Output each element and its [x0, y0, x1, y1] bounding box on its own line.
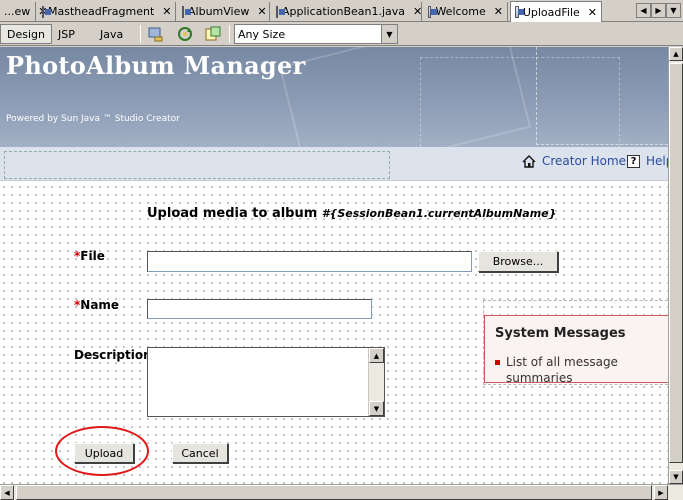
page-icon — [42, 5, 51, 18]
help-label: Help — [646, 154, 668, 168]
tab-applicationbean1[interactable]: ApplicationBean1.java ✕ — [272, 2, 422, 21]
tab-scroll-right-icon[interactable]: ▶ — [651, 3, 666, 18]
horizontal-scrollbar[interactable]: ◀ ▶ — [0, 484, 683, 500]
tab-label: ApplicationBean1.java — [282, 5, 406, 18]
browse-button[interactable]: Browse... — [478, 251, 558, 272]
close-icon[interactable]: ✕ — [162, 5, 171, 18]
name-label-text: Name — [80, 298, 120, 312]
file-input[interactable] — [147, 251, 472, 272]
creator-home-label: Creator Home — [542, 154, 627, 168]
tab-mastheadfragment[interactable]: MastheadFragment ✕ — [38, 2, 176, 21]
heading-text: Upload media to album — [147, 206, 318, 221]
close-icon[interactable]: ✕ — [494, 5, 503, 18]
tab-uploadfile[interactable]: UploadFile ✕ — [510, 1, 602, 22]
preview-icon[interactable] — [204, 25, 222, 43]
close-icon[interactable]: ✕ — [588, 6, 597, 19]
masthead-fragment-outline — [536, 47, 668, 145]
jsp-view-button[interactable]: JSP — [52, 24, 81, 44]
powered-by-text: Powered by Sun Java ™ Studio Creator — [6, 114, 180, 124]
horizontal-scroll-thumb[interactable] — [16, 485, 652, 500]
bullet-icon — [495, 360, 500, 365]
java-file-icon — [276, 5, 285, 18]
masthead: PhotoAlbum Manager Powered by Sun Java ™… — [0, 47, 668, 147]
design-canvas[interactable]: PhotoAlbum Manager Powered by Sun Java ™… — [0, 47, 668, 484]
description-scrollbar[interactable]: ▲ ▼ — [368, 348, 384, 416]
heading-album-expression: #{SessionBean1.currentAlbumName} — [321, 207, 557, 220]
tab-albumview[interactable]: AlbumView ✕ — [178, 2, 270, 21]
tab-label: AlbumView — [188, 5, 250, 18]
editor-tab-bar: ...ew ✕ MastheadFragment ✕ AlbumView ✕ A… — [0, 0, 683, 22]
file-label-text: File — [80, 249, 105, 263]
tab-welcome[interactable]: Welcome ✕ — [424, 2, 508, 21]
sync-icon[interactable] — [176, 25, 194, 43]
system-messages-panel: System Messages List of all message summ… — [484, 315, 668, 386]
tab-truncated[interactable]: ...ew ✕ — [0, 2, 47, 21]
name-field[interactable] — [147, 299, 372, 319]
annotation-circle — [55, 426, 149, 476]
ide-window: ...ew ✕ MastheadFragment ✕ AlbumView ✕ A… — [0, 0, 683, 500]
tab-scroll-left-icon[interactable]: ◀ — [636, 3, 651, 18]
scroll-left-icon[interactable]: ◀ — [0, 485, 14, 500]
cancel-button[interactable]: Cancel — [172, 443, 228, 463]
tab-label: UploadFile — [522, 5, 580, 19]
toolbar-separator — [140, 25, 141, 43]
scroll-up-icon[interactable]: ▲ — [669, 47, 683, 61]
name-label: *Name — [74, 298, 119, 312]
file-label: *File — [74, 249, 105, 263]
page-size-select[interactable]: Any Size ▼ — [234, 24, 398, 44]
page-icon — [515, 6, 524, 18]
page-size-value: Any Size — [238, 27, 286, 41]
vertical-scroll-thumb[interactable] — [669, 63, 683, 463]
page-heading: Upload media to album #{SessionBean1.cur… — [147, 206, 556, 221]
editor-toolbar: Design JSP Java Any Size ▼ — [0, 22, 683, 46]
globe-icon — [428, 5, 439, 18]
design-view-button[interactable]: Design — [0, 24, 52, 44]
message-text: List of all message summaries — [506, 355, 618, 385]
tab-label: ...ew — [4, 5, 31, 18]
tab-label: MastheadFragment — [48, 5, 155, 18]
chevron-down-icon[interactable]: ▼ — [381, 25, 397, 43]
description-textarea[interactable]: ▲ ▼ — [147, 347, 385, 417]
tab-label: Welcome — [435, 5, 486, 18]
app-title: PhotoAlbum Manager — [6, 51, 306, 80]
page-icon — [182, 5, 191, 18]
fragment-placeholder — [4, 151, 390, 179]
vertical-scrollbar[interactable]: ▲ ▼ — [668, 47, 683, 484]
java-view-button[interactable]: Java — [94, 24, 129, 44]
refresh-icon[interactable] — [147, 25, 165, 43]
creator-home-link[interactable]: Creator Home — [522, 154, 626, 168]
help-icon: ? — [627, 154, 640, 168]
close-icon[interactable]: ✕ — [257, 5, 266, 18]
home-icon — [522, 154, 536, 168]
description-label: Description — [74, 348, 152, 362]
scroll-up-icon[interactable]: ▲ — [369, 348, 384, 363]
toolbar-separator — [229, 25, 230, 43]
help-link[interactable]: ? Help — [627, 154, 668, 168]
scroll-down-icon[interactable]: ▼ — [669, 470, 683, 484]
close-icon[interactable]: ✕ — [413, 5, 422, 18]
tab-list-icon[interactable]: ▼ — [666, 3, 681, 18]
scroll-down-icon[interactable]: ▼ — [369, 401, 384, 416]
system-messages-title: System Messages — [495, 326, 626, 341]
message-list-item: List of all message summaries — [495, 354, 625, 386]
scroll-right-icon[interactable]: ▶ — [654, 485, 668, 500]
